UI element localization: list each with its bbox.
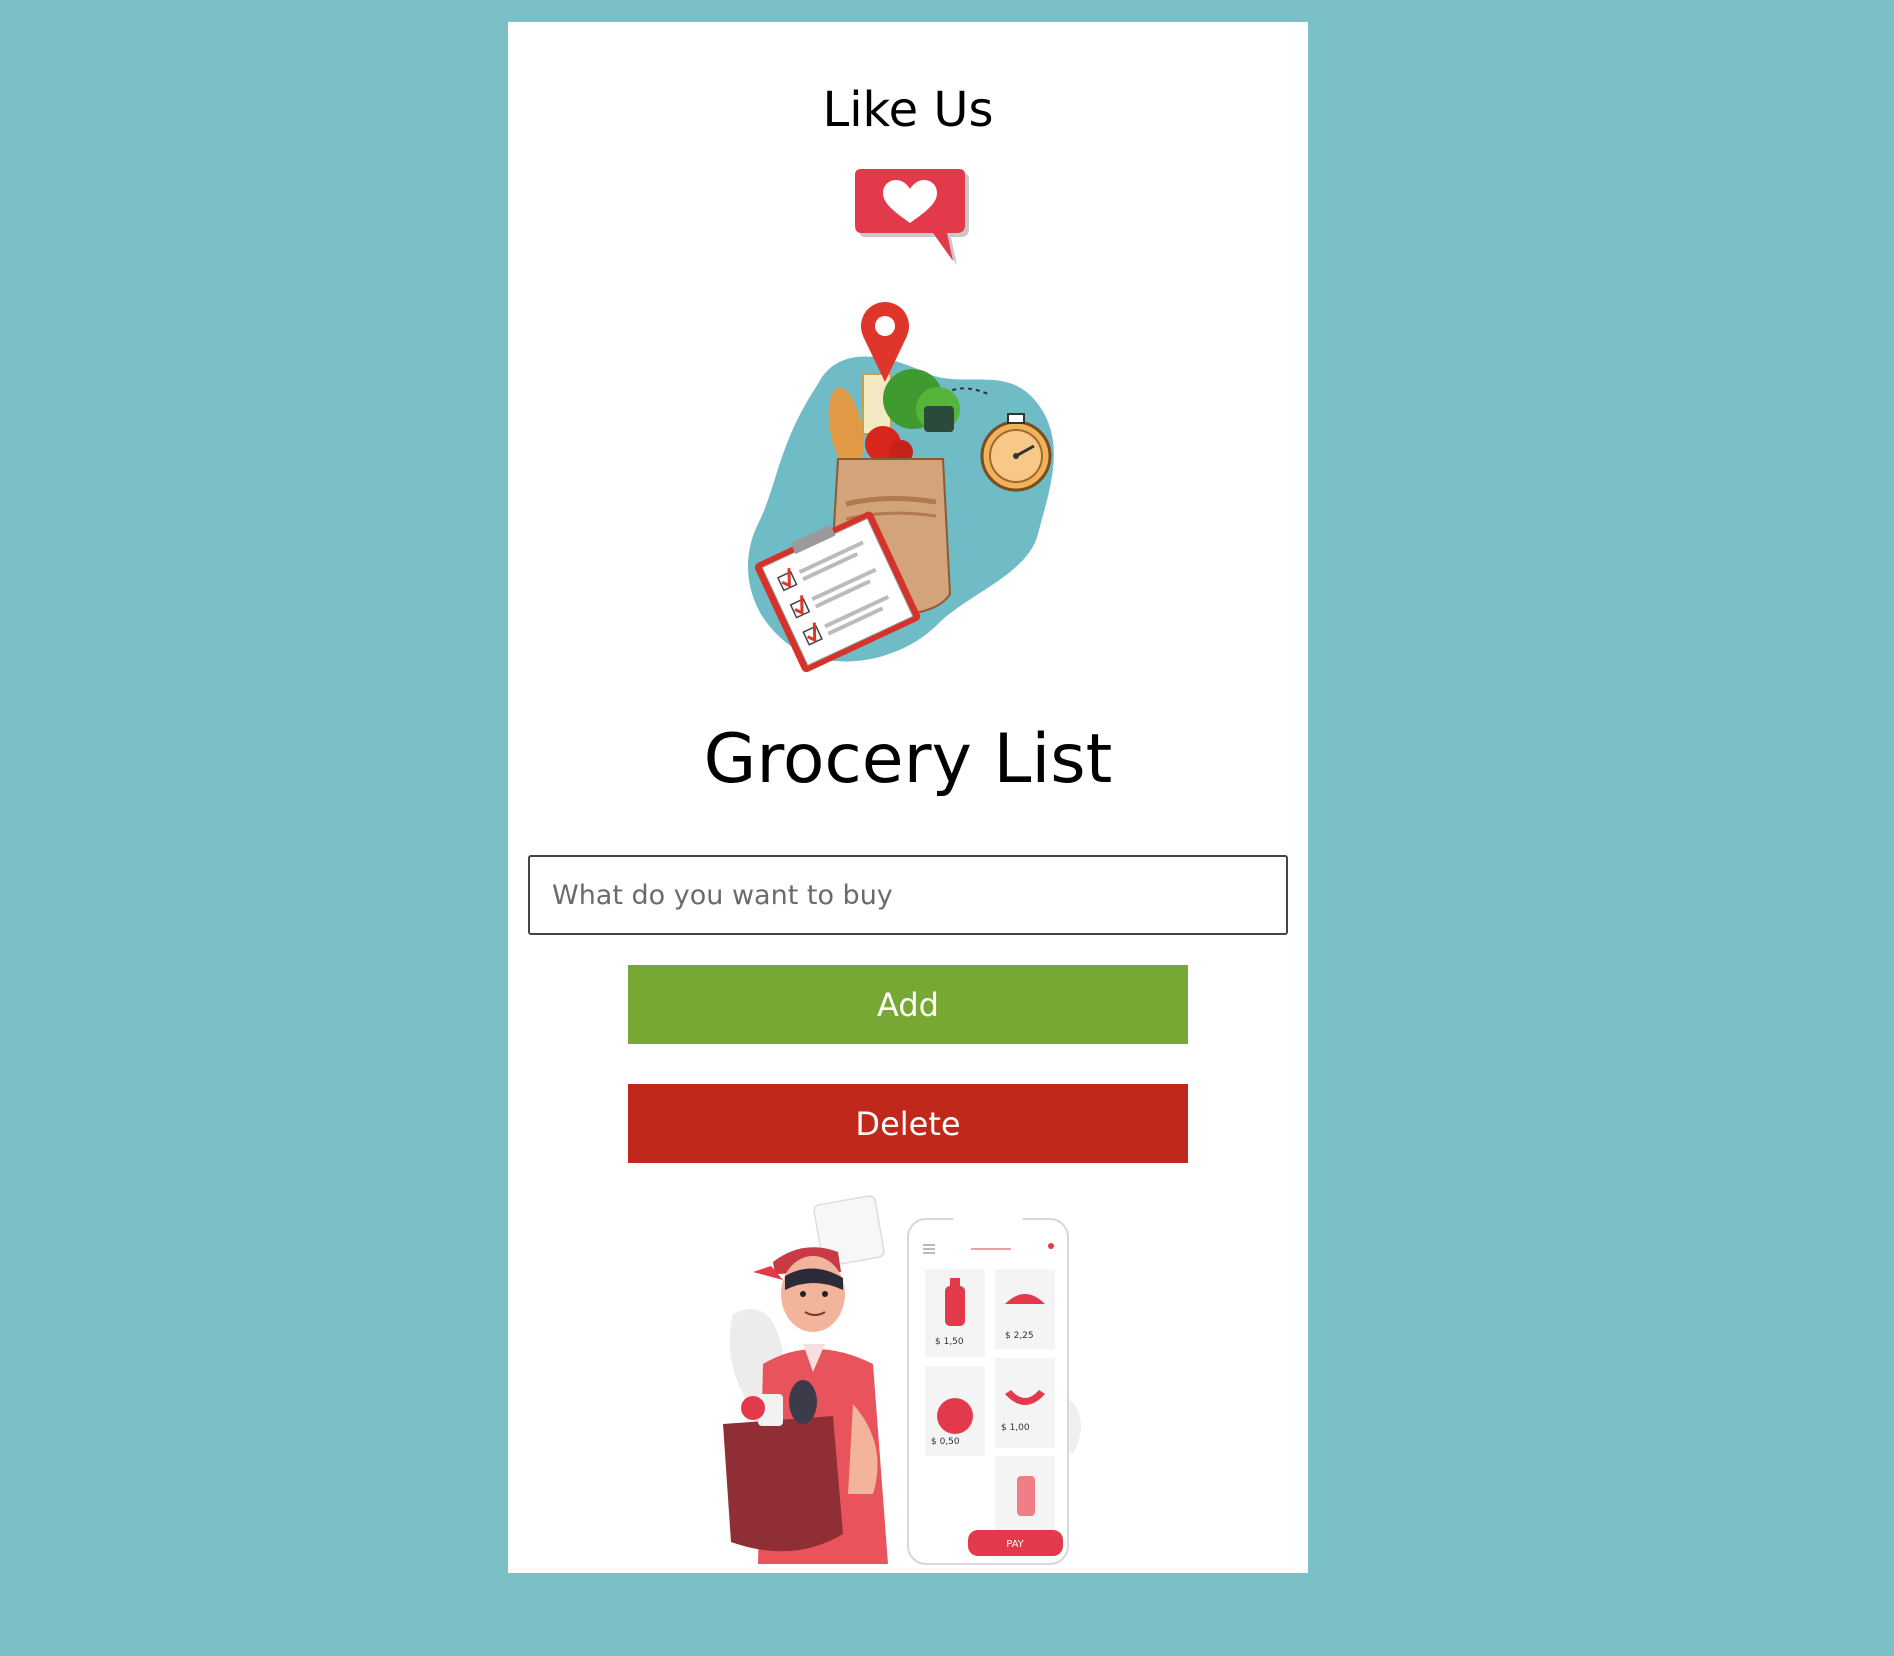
like-us-title: Like Us (822, 82, 994, 138)
delete-button[interactable]: Delete (628, 1084, 1188, 1163)
price-tag-3: $ 0,50 (931, 1437, 960, 1447)
price-tag-4: $ 1,00 (1001, 1423, 1030, 1433)
delivery-person-illustration: $ 1,50 $ 2,25 $ 0,50 $ 1,00 PAY (713, 1194, 1113, 1570)
price-tag-1: $ 1,50 (935, 1337, 964, 1347)
add-button[interactable]: Add (628, 965, 1188, 1044)
pay-button: PAY (1006, 1539, 1024, 1550)
item-input[interactable] (528, 855, 1288, 935)
grocery-bag-illustration (738, 294, 1078, 674)
grocery-list-title: Grocery List (703, 720, 1113, 799)
price-tag-2: $ 2,25 (1005, 1331, 1034, 1341)
heart-speech-bubble-icon[interactable] (853, 167, 973, 277)
grocery-card: Like Us Grocery List What do you want to… (508, 22, 1308, 1573)
